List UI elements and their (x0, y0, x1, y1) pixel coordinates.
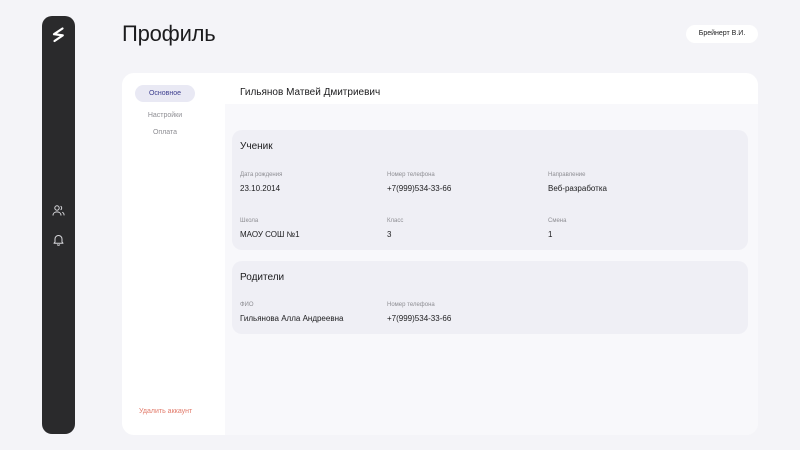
student-card-title: Ученик (240, 141, 273, 152)
field-value: 23.10.2014 (240, 184, 281, 193)
field-direction: Направление Веб-разработка (548, 172, 607, 193)
field-school: Школа МАОУ СОШ №1 (240, 218, 300, 239)
tab-settings[interactable]: Настройки (135, 107, 195, 124)
field-label: Номер телефона (387, 302, 435, 308)
field-birth-date: Дата рождения 23.10.2014 (240, 172, 282, 193)
field-parent-phone: Номер телефона +7(999)534-33-66 (387, 302, 451, 323)
delete-account-link[interactable]: Удалить аккаунт (139, 408, 192, 415)
profile-full-name: Гильянов Матвей Дмитриевич (240, 87, 381, 98)
sidebar (42, 16, 75, 434)
field-value: Веб-разработка (548, 184, 607, 193)
field-value: 3 (387, 230, 392, 239)
logo-icon[interactable] (50, 26, 67, 43)
parents-card: Родители ФИО Гильянова Алла Андреевна Но… (232, 261, 748, 334)
profile-panel: Основное Настройки Оплата Удалить аккаун… (122, 73, 758, 435)
users-icon[interactable] (52, 204, 65, 217)
field-label: Смена (548, 218, 567, 224)
parents-card-title: Родители (240, 272, 285, 283)
field-value: Гильянова Алла Андреевна (240, 314, 344, 323)
field-value: МАОУ СОШ №1 (240, 230, 300, 239)
tab-payment[interactable]: Оплата (135, 124, 195, 141)
bell-icon[interactable] (52, 233, 65, 246)
field-label: ФИО (240, 302, 254, 308)
tab-main[interactable]: Основное (135, 85, 195, 102)
field-value: +7(999)534-33-66 (387, 184, 452, 193)
field-phone: Номер телефона +7(999)534-33-66 (387, 172, 451, 193)
field-label: Направление (548, 172, 586, 178)
page-title: Профиль (122, 21, 216, 46)
field-label: Номер телефона (387, 172, 435, 178)
student-card: Ученик Дата рождения 23.10.2014 Номер те… (232, 130, 748, 250)
field-grade: Класс 3 (387, 218, 403, 239)
field-shift: Смена 1 (548, 218, 566, 239)
field-value: +7(999)534-33-66 (387, 314, 452, 323)
field-value: 1 (548, 230, 553, 239)
field-label: Школа (240, 218, 259, 224)
field-label: Класс (387, 218, 404, 224)
field-parent-name: ФИО Гильянова Алла Андреевна (240, 302, 343, 323)
field-label: Дата рождения (240, 172, 283, 178)
user-chip[interactable]: Брейнерт В.И. (686, 25, 758, 43)
